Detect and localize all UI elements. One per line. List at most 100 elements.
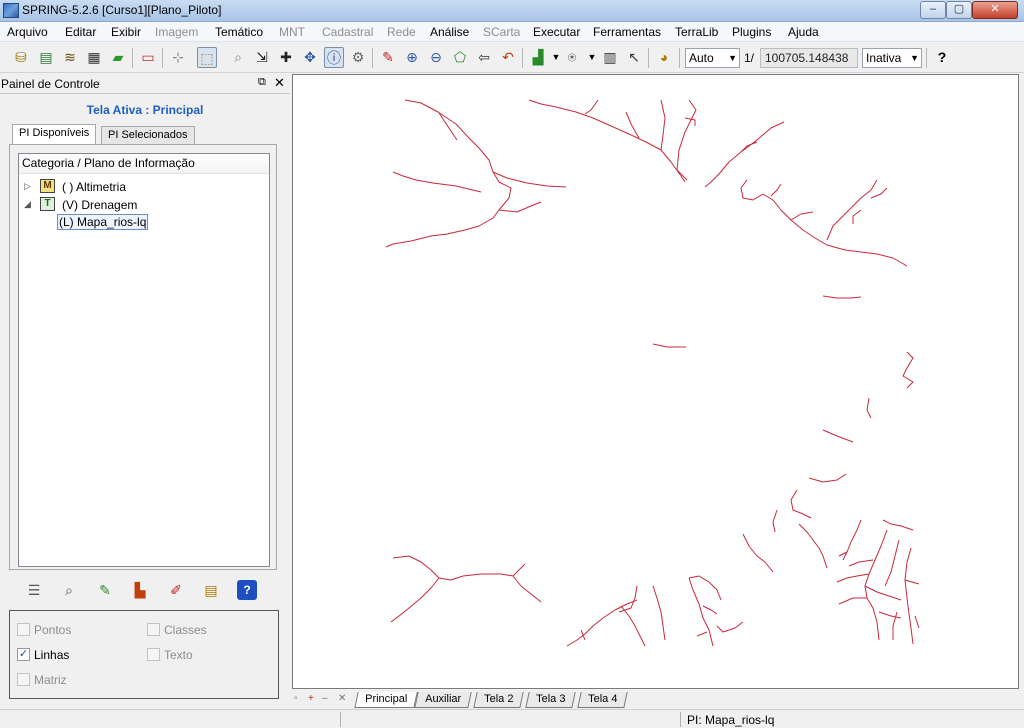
- back-arrow-icon[interactable]: ⇦: [474, 47, 494, 68]
- help-icon[interactable]: ?: [932, 47, 952, 68]
- screen-tabs: ▫ + – ✕ Principal Auxiliar Tela 2 Tela 3…: [292, 691, 1019, 709]
- chart-icon[interactable]: ▙: [130, 580, 150, 600]
- menu-imagem[interactable]: Imagem: [155, 25, 198, 39]
- collapse-arrow-icon[interactable]: ◢: [24, 199, 31, 210]
- minimize-button[interactable]: –: [920, 1, 946, 19]
- title-bar: SPRING-5.2.6 [Curso1][Plano_Piloto] – ▢ …: [0, 0, 1024, 22]
- label-tool-icon[interactable]: ⍟: [562, 47, 582, 68]
- database-icon[interactable]: ⛁: [11, 47, 31, 68]
- menu-rede[interactable]: Rede: [387, 25, 416, 39]
- report-icon[interactable]: ▤: [201, 580, 221, 600]
- screen-tab-principal[interactable]: Principal: [354, 692, 418, 708]
- river-line: [838, 597, 867, 605]
- zoom-out-icon[interactable]: ⊖: [426, 47, 446, 68]
- cursor-info-icon[interactable]: ⊹: [168, 47, 188, 68]
- menu-executar[interactable]: Executar: [533, 25, 580, 39]
- zoom-window-icon[interactable]: ⇲: [252, 47, 272, 68]
- layers-icon[interactable]: ≋: [60, 47, 80, 68]
- menu-ferramentas[interactable]: Ferramentas: [593, 25, 661, 39]
- linhas-checkbox[interactable]: ✓: [17, 648, 30, 661]
- tab-pi-selecionados[interactable]: PI Selecionados: [101, 126, 195, 145]
- screen-tab-tela4[interactable]: Tela 4: [577, 692, 629, 708]
- edit-pencil-icon[interactable]: ✎: [378, 47, 398, 68]
- river-line: [385, 171, 512, 248]
- river-line: [688, 577, 714, 647]
- map-canvas[interactable]: [292, 74, 1019, 689]
- tab-restore-icon[interactable]: ▫: [294, 693, 298, 704]
- pan-icon[interactable]: ✥: [300, 47, 320, 68]
- cursor-link-icon[interactable]: ⚙: [348, 47, 368, 68]
- pontos-checkbox[interactable]: [17, 623, 30, 636]
- crosshair-icon[interactable]: ✚: [276, 47, 296, 68]
- menu-editar[interactable]: Editar: [65, 25, 96, 39]
- status-select-value: Inativa: [866, 51, 902, 65]
- tab-close-icon[interactable]: ✕: [338, 693, 346, 704]
- menu-tematico[interactable]: Temático: [215, 25, 263, 39]
- classes-checkbox[interactable]: [147, 623, 160, 636]
- menu-ajuda[interactable]: Ajuda: [788, 25, 819, 39]
- layout-icon[interactable]: ▟: [528, 47, 548, 68]
- help-icon[interactable]: ?: [237, 580, 257, 600]
- undo-icon[interactable]: ↶: [498, 47, 518, 68]
- draw-screen-icon[interactable]: ▭: [138, 47, 158, 68]
- edit-visual-icon[interactable]: ✎: [95, 580, 115, 600]
- river-line: [826, 179, 878, 241]
- close-window-button[interactable]: ✕: [972, 1, 1018, 19]
- chevron-down-icon: ▼: [728, 53, 737, 63]
- maximize-button[interactable]: ▢: [946, 1, 972, 19]
- select-tool-icon[interactable]: ⬚: [197, 47, 217, 68]
- texto-checkbox[interactable]: [147, 648, 160, 661]
- spring-app-icon: [3, 3, 19, 18]
- ruler-icon[interactable]: ▥: [600, 47, 620, 68]
- menu-mnt[interactable]: MNT: [279, 25, 305, 39]
- river-line: [836, 573, 870, 583]
- menu-arquivo[interactable]: Arquivo: [7, 25, 48, 39]
- menu-terralib[interactable]: TerraLib: [675, 25, 718, 39]
- river-line: [688, 575, 722, 601]
- search-table-icon[interactable]: ⌕: [59, 580, 79, 600]
- menu-exibir[interactable]: Exibir: [111, 25, 141, 39]
- toolbar-separator: [522, 48, 523, 68]
- pointer-plus-icon[interactable]: ↖: [624, 47, 644, 68]
- grid-icon[interactable]: ▦: [84, 47, 104, 68]
- screen-tab-tela2[interactable]: Tela 2: [473, 692, 525, 708]
- linhas-label: Linhas: [34, 648, 70, 662]
- zoom-area-icon[interactable]: ⬠: [450, 47, 470, 68]
- river-line: [716, 621, 744, 633]
- screen-tab-auxiliar[interactable]: Auxiliar: [414, 692, 472, 708]
- info-icon[interactable]: ⓘ: [324, 47, 344, 68]
- status-select[interactable]: Inativa ▼: [862, 48, 922, 68]
- label-dropdown-icon[interactable]: ▼: [582, 47, 602, 68]
- close-panel-icon[interactable]: ✕: [274, 75, 285, 91]
- menu-analise[interactable]: Análise: [430, 25, 469, 39]
- tree-item-mapa-rios[interactable]: (L) Mapa_rios-lq: [19, 214, 269, 232]
- scale-value-field[interactable]: 100705.148438: [760, 48, 858, 68]
- tree-item-drenagem[interactable]: ◢ T (V) Drenagem: [19, 196, 269, 214]
- float-panel-icon[interactable]: ⧉: [258, 76, 266, 89]
- polygon-icon[interactable]: ▰: [108, 47, 128, 68]
- matriz-checkbox[interactable]: [17, 673, 30, 686]
- river-line: [878, 611, 902, 619]
- menu-plugins[interactable]: Plugins: [732, 25, 771, 39]
- tab-pi-disponiveis[interactable]: PI Disponíveis: [12, 124, 97, 145]
- screen-tab-tela3[interactable]: Tela 3: [525, 692, 577, 708]
- palette-icon[interactable]: ◕: [654, 47, 674, 68]
- list-icon[interactable]: ☰: [24, 580, 44, 600]
- scale-mode-select[interactable]: Auto ▼: [685, 48, 740, 68]
- toolbar-separator: [648, 48, 649, 68]
- menu-cadastral[interactable]: Cadastral: [322, 25, 373, 39]
- zoom-in-icon[interactable]: ⊕: [402, 47, 422, 68]
- tree-column-header: Categoria / Plano de Informação: [19, 154, 269, 174]
- menu-scarta[interactable]: SCarta: [483, 25, 520, 39]
- zoom-glass-icon[interactable]: ⌕: [228, 47, 248, 68]
- project-icon[interactable]: ▤: [36, 47, 56, 68]
- pencil-icon[interactable]: ✐: [166, 580, 186, 600]
- tab-remove-icon[interactable]: –: [322, 693, 328, 704]
- river-line: [512, 575, 542, 603]
- river-line: [884, 539, 900, 587]
- tree-item-label: (V) Drenagem: [62, 198, 138, 212]
- expand-arrow-icon[interactable]: ▷: [24, 181, 31, 192]
- river-line: [498, 201, 542, 213]
- tree-item-altimetria[interactable]: ▷ M ( ) Altimetria: [19, 178, 269, 196]
- tab-add-icon[interactable]: +: [308, 693, 314, 704]
